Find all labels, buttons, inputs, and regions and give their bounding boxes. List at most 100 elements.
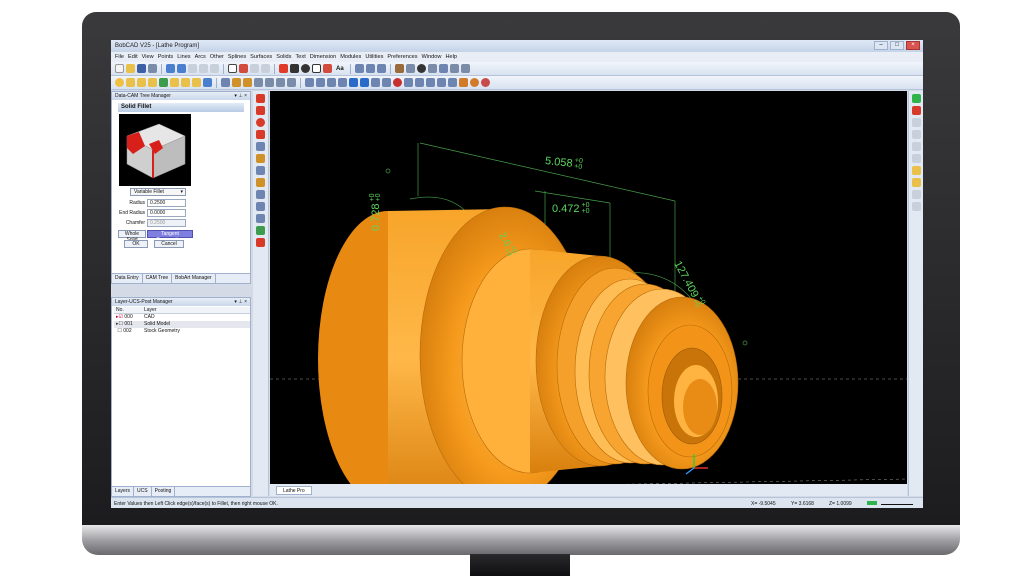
line-weight-selector[interactable] (881, 500, 913, 505)
offset-icon[interactable] (316, 78, 325, 87)
tab-data-entry[interactable]: Data Entry (112, 274, 143, 283)
tab-ucs[interactable]: UCS (134, 487, 152, 496)
record-icon[interactable] (393, 78, 402, 87)
menu-dimension[interactable]: Dimension (310, 54, 336, 60)
ok-button[interactable]: OK (124, 240, 148, 248)
line-tool-icon[interactable] (256, 106, 265, 115)
line-style-icon[interactable] (290, 64, 299, 73)
trim-icon[interactable] (327, 78, 336, 87)
tab-posting[interactable]: Posting (152, 487, 176, 496)
frame-icon[interactable] (221, 78, 230, 87)
tab-bobart-manager[interactable]: BobArt Manager (172, 274, 216, 283)
whole-solid-button[interactable]: Whole Solid (118, 230, 146, 243)
fillet-tool-icon[interactable] (256, 154, 265, 163)
render-icon[interactable] (470, 78, 479, 87)
tab-layers[interactable]: Layers (112, 487, 135, 496)
select-filter-icon[interactable] (239, 64, 248, 73)
chamfer-tool-icon[interactable] (256, 166, 265, 175)
grid-snap-icon[interactable] (911, 130, 921, 139)
measure-icon[interactable] (371, 78, 380, 87)
menu-preferences[interactable]: Preferences (387, 54, 417, 60)
material-icon[interactable] (459, 78, 468, 87)
3d-viewport[interactable]: 5.058+0 +0 0.472 +0 +0 0.728+0 +0 127.409+0 +… (270, 91, 907, 484)
midpoint-snap-icon[interactable] (911, 166, 921, 175)
print-icon[interactable] (148, 64, 157, 73)
new-file-icon[interactable] (115, 64, 124, 73)
table-row[interactable]: ▸☑ 000 CAD (114, 314, 250, 321)
center-snap-icon[interactable] (911, 178, 921, 187)
transform-tool-icon[interactable] (256, 142, 265, 151)
maximize-button[interactable]: □ (890, 41, 904, 50)
save-icon[interactable] (137, 64, 146, 73)
toolpath-icon[interactable] (426, 78, 435, 87)
pin-icon[interactable]: ▾ ⊥ × (234, 92, 247, 100)
dimension-icon[interactable] (354, 64, 364, 73)
view-orient-icon[interactable] (438, 64, 448, 73)
close-button[interactable]: × (906, 41, 920, 50)
revolve-icon[interactable] (276, 78, 285, 87)
pan-icon[interactable] (427, 64, 437, 73)
arc-tool-icon[interactable] (256, 118, 265, 127)
paint-icon[interactable] (232, 78, 241, 87)
grid-icon[interactable] (449, 64, 459, 73)
cad-folder-icon[interactable] (181, 78, 190, 87)
simulate-icon[interactable] (437, 78, 446, 87)
tangent-propagation-button[interactable]: Tangent Propagation (147, 230, 193, 243)
menu-utilities[interactable]: Utilities (365, 54, 383, 60)
box-view-icon[interactable] (360, 78, 369, 87)
distribute-icon[interactable] (376, 64, 386, 73)
probe-icon[interactable] (404, 78, 413, 87)
menu-window[interactable]: Window (422, 54, 442, 60)
menu-arcs[interactable]: Arcs (195, 54, 206, 60)
cut-icon[interactable] (188, 64, 197, 73)
intersection-snap-icon[interactable] (911, 190, 921, 199)
menu-splines[interactable]: Splines (228, 54, 246, 60)
wireframe-icon[interactable] (203, 78, 212, 87)
paste-icon[interactable] (210, 64, 219, 73)
folder-open-icon[interactable] (137, 78, 146, 87)
document-tab[interactable]: Lathe Pro (276, 486, 312, 495)
menu-lines[interactable]: Lines (177, 54, 190, 60)
cam-folder-icon[interactable] (192, 78, 201, 87)
sweep-icon[interactable] (287, 78, 296, 87)
point-tool-icon[interactable] (256, 94, 265, 103)
menu-other[interactable]: Other (210, 54, 224, 60)
tab-cam-tree[interactable]: CAM Tree (143, 274, 173, 283)
extrude-tool-icon[interactable] (256, 226, 265, 235)
delete-tool-icon[interactable] (256, 238, 265, 247)
all-icon[interactable] (261, 64, 270, 73)
open-folder-icon[interactable] (126, 64, 135, 73)
end-radius-input[interactable]: 0.0000 (147, 209, 186, 217)
pin-icon[interactable]: ▾ ⊥ × (234, 298, 247, 306)
break-icon[interactable] (338, 78, 347, 87)
undo-icon[interactable] (166, 64, 175, 73)
section-icon[interactable] (382, 78, 391, 87)
align-icon[interactable] (365, 64, 375, 73)
select-arrow-icon[interactable] (228, 64, 237, 73)
minimize-button[interactable]: – (874, 41, 888, 50)
menu-view[interactable]: View (142, 54, 154, 60)
menu-modules[interactable]: Modules (340, 54, 361, 60)
menu-edit[interactable]: Edit (128, 54, 138, 60)
menu-text[interactable]: Text (295, 54, 305, 60)
mirror-icon[interactable] (305, 78, 314, 87)
layer-folder-icon[interactable] (170, 78, 179, 87)
radius-input[interactable]: 0.2500 (147, 199, 186, 207)
menu-surfaces[interactable]: Surfaces (250, 54, 272, 60)
shade-icon[interactable] (460, 64, 470, 73)
solid-box-icon[interactable] (159, 78, 168, 87)
light-bulb-icon[interactable] (115, 78, 124, 87)
extrude-icon[interactable] (265, 78, 274, 87)
fillet-type-select[interactable]: Variable Fillet (130, 188, 186, 196)
text-tool-button[interactable]: Aa (334, 66, 346, 72)
zoom-icon[interactable] (394, 64, 404, 73)
copy-icon[interactable] (199, 64, 208, 73)
post-icon[interactable] (448, 78, 457, 87)
rectangle-icon[interactable] (312, 64, 321, 73)
drill-icon[interactable] (415, 78, 424, 87)
endpoint-snap-icon[interactable] (911, 154, 921, 163)
view-cube-icon[interactable] (349, 78, 358, 87)
status-color-swatch[interactable] (867, 501, 877, 505)
redo-icon[interactable] (177, 64, 186, 73)
text-tool-icon[interactable] (256, 190, 265, 199)
